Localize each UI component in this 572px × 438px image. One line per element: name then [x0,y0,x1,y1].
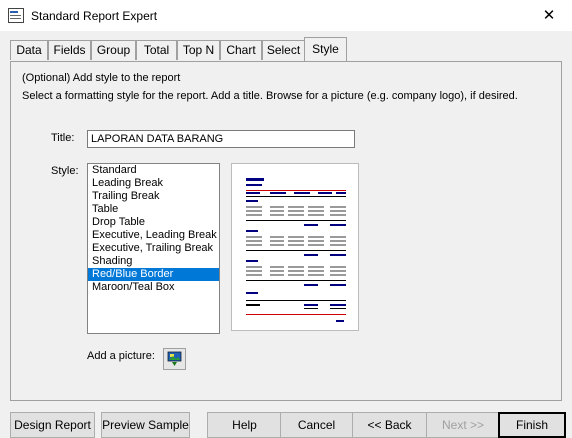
style-option-maroon-teal-box[interactable]: Maroon/Teal Box [88,281,219,294]
add-picture-label: Add a picture: [87,350,155,362]
tab-select[interactable]: Select [262,40,305,60]
close-icon[interactable]: ✕ [526,0,572,31]
style-option-red-blue-border[interactable]: Red/Blue Border [88,268,219,281]
tab-data[interactable]: Data [10,40,48,60]
design-report-button[interactable]: Design Report [10,412,95,438]
optional-heading: (Optional) Add style to the report [22,72,181,84]
style-option-executive-leading-break[interactable]: Executive, Leading Break [88,229,219,242]
style-option-standard[interactable]: Standard [88,164,219,177]
tab-chart[interactable]: Chart [220,40,262,60]
picture-icon [167,351,182,366]
finish-button[interactable]: Finish [498,412,566,438]
cancel-button[interactable]: Cancel [280,412,353,438]
tab-style[interactable]: Style [304,37,347,61]
preview-sample-button[interactable]: Preview Sample [101,412,190,438]
tab-group[interactable]: Group [91,40,136,60]
browse-picture-button[interactable] [163,348,186,370]
tab-fields[interactable]: Fields [48,40,91,60]
style-option-table[interactable]: Table [88,203,219,216]
title-input[interactable]: LAPORAN DATA BARANG [87,130,355,148]
back-button[interactable]: << Back [352,412,427,438]
help-button[interactable]: Help [207,412,282,438]
style-preview [231,163,359,331]
report-app-icon [8,8,24,23]
style-label: Style: [51,165,79,177]
style-option-drop-table[interactable]: Drop Table [88,216,219,229]
style-option-executive-trailing-break[interactable]: Executive, Trailing Break [88,242,219,255]
instructions-text: Select a formatting style for the report… [22,90,518,102]
title-bar: Standard Report Expert ✕ [0,0,572,31]
window-title: Standard Report Expert [31,9,158,23]
style-option-shading[interactable]: Shading [88,255,219,268]
style-option-trailing-break[interactable]: Trailing Break [88,190,219,203]
style-option-leading-break[interactable]: Leading Break [88,177,219,190]
button-bar: Design Report Preview Sample Help Cancel… [0,412,572,438]
tab-total[interactable]: Total [136,40,177,60]
style-preview-image [246,178,346,322]
tab-top-n[interactable]: Top N [177,40,220,60]
next-button[interactable]: Next >> [426,412,500,438]
style-listbox[interactable]: Standard Leading Break Trailing Break Ta… [87,163,220,334]
title-label: Title: [51,132,75,144]
